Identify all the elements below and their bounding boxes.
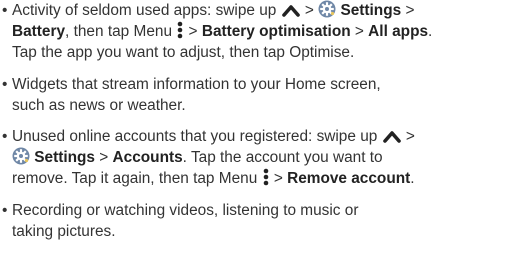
text-run: Unused online accounts that you register… <box>12 128 382 145</box>
text-run: Tap the app you want to adjust, then tap… <box>12 44 355 61</box>
bold-term: All apps <box>368 23 429 40</box>
text-run: > <box>401 128 415 145</box>
tip-item: • Activity of seldom used apps: swipe up … <box>0 0 509 63</box>
bold-term: Settings <box>340 2 402 19</box>
text-run: such as news or weather. <box>12 96 186 114</box>
text-run: . Tap the account you want to <box>182 149 383 166</box>
tip-line: Unused online accounts that you register… <box>12 126 509 147</box>
bold-term: Battery optimisation <box>201 23 351 40</box>
chevron-up-icon <box>382 128 402 144</box>
settings-gear-icon <box>318 0 336 18</box>
bold-term: Remove account <box>287 170 411 187</box>
text-run: > <box>269 170 288 187</box>
tip-line: Settings > Accounts. Tap the account you… <box>12 147 509 168</box>
tip-item: • Unused online accounts that you registe… <box>0 126 509 189</box>
text-run: . <box>410 170 415 187</box>
bullet: • <box>2 75 8 93</box>
bold-term: Settings <box>34 149 95 166</box>
tip-line: Activity of seldom used apps: swipe up >… <box>12 0 509 21</box>
text-run: > <box>350 23 369 40</box>
text-run: . <box>428 23 433 40</box>
tip-line: such as news or weather. <box>12 95 509 116</box>
tip-item: • Recording or watching videos, listening… <box>0 200 509 242</box>
tip-line: remove. Tap it again, then tap Menu > Re… <box>12 168 509 189</box>
settings-gear-icon <box>12 147 30 165</box>
bullet: • <box>2 201 8 219</box>
text-run: Activity of seldom used apps: swipe up <box>12 2 281 19</box>
chevron-up-icon <box>281 2 301 18</box>
tip-line: Tap the app you want to adjust, then tap… <box>12 42 509 63</box>
text-run: > <box>300 2 319 19</box>
bullet: • <box>2 2 8 19</box>
text-run: remove. Tap it again, then tap Menu <box>12 170 262 187</box>
document: • Activity of seldom used apps: swipe up … <box>0 0 509 252</box>
menu-dots-icon <box>262 168 270 186</box>
tip-line: Battery, then tap Menu > Battery optimis… <box>12 21 509 42</box>
bold-term: Battery <box>12 23 66 40</box>
text-run: > <box>95 149 113 166</box>
text-run: Widgets that stream information to your … <box>12 75 381 93</box>
tip-item: • Widgets that stream information to your… <box>0 74 509 116</box>
bullet: • <box>2 128 8 145</box>
text-run: taking pictures. <box>12 222 116 240</box>
text-run: , then tap Menu <box>65 23 177 40</box>
tip-line: Recording or watching videos, listening … <box>12 200 509 221</box>
text-run: Recording or watching videos, listening … <box>12 201 359 219</box>
text-run: > <box>184 23 202 40</box>
bold-term: Accounts <box>112 149 183 166</box>
tips-list: • Activity of seldom used apps: swipe up … <box>0 0 509 242</box>
tip-line: Widgets that stream information to your … <box>12 74 509 95</box>
tip-line: taking pictures. <box>12 221 509 242</box>
text-run: > <box>401 2 415 19</box>
